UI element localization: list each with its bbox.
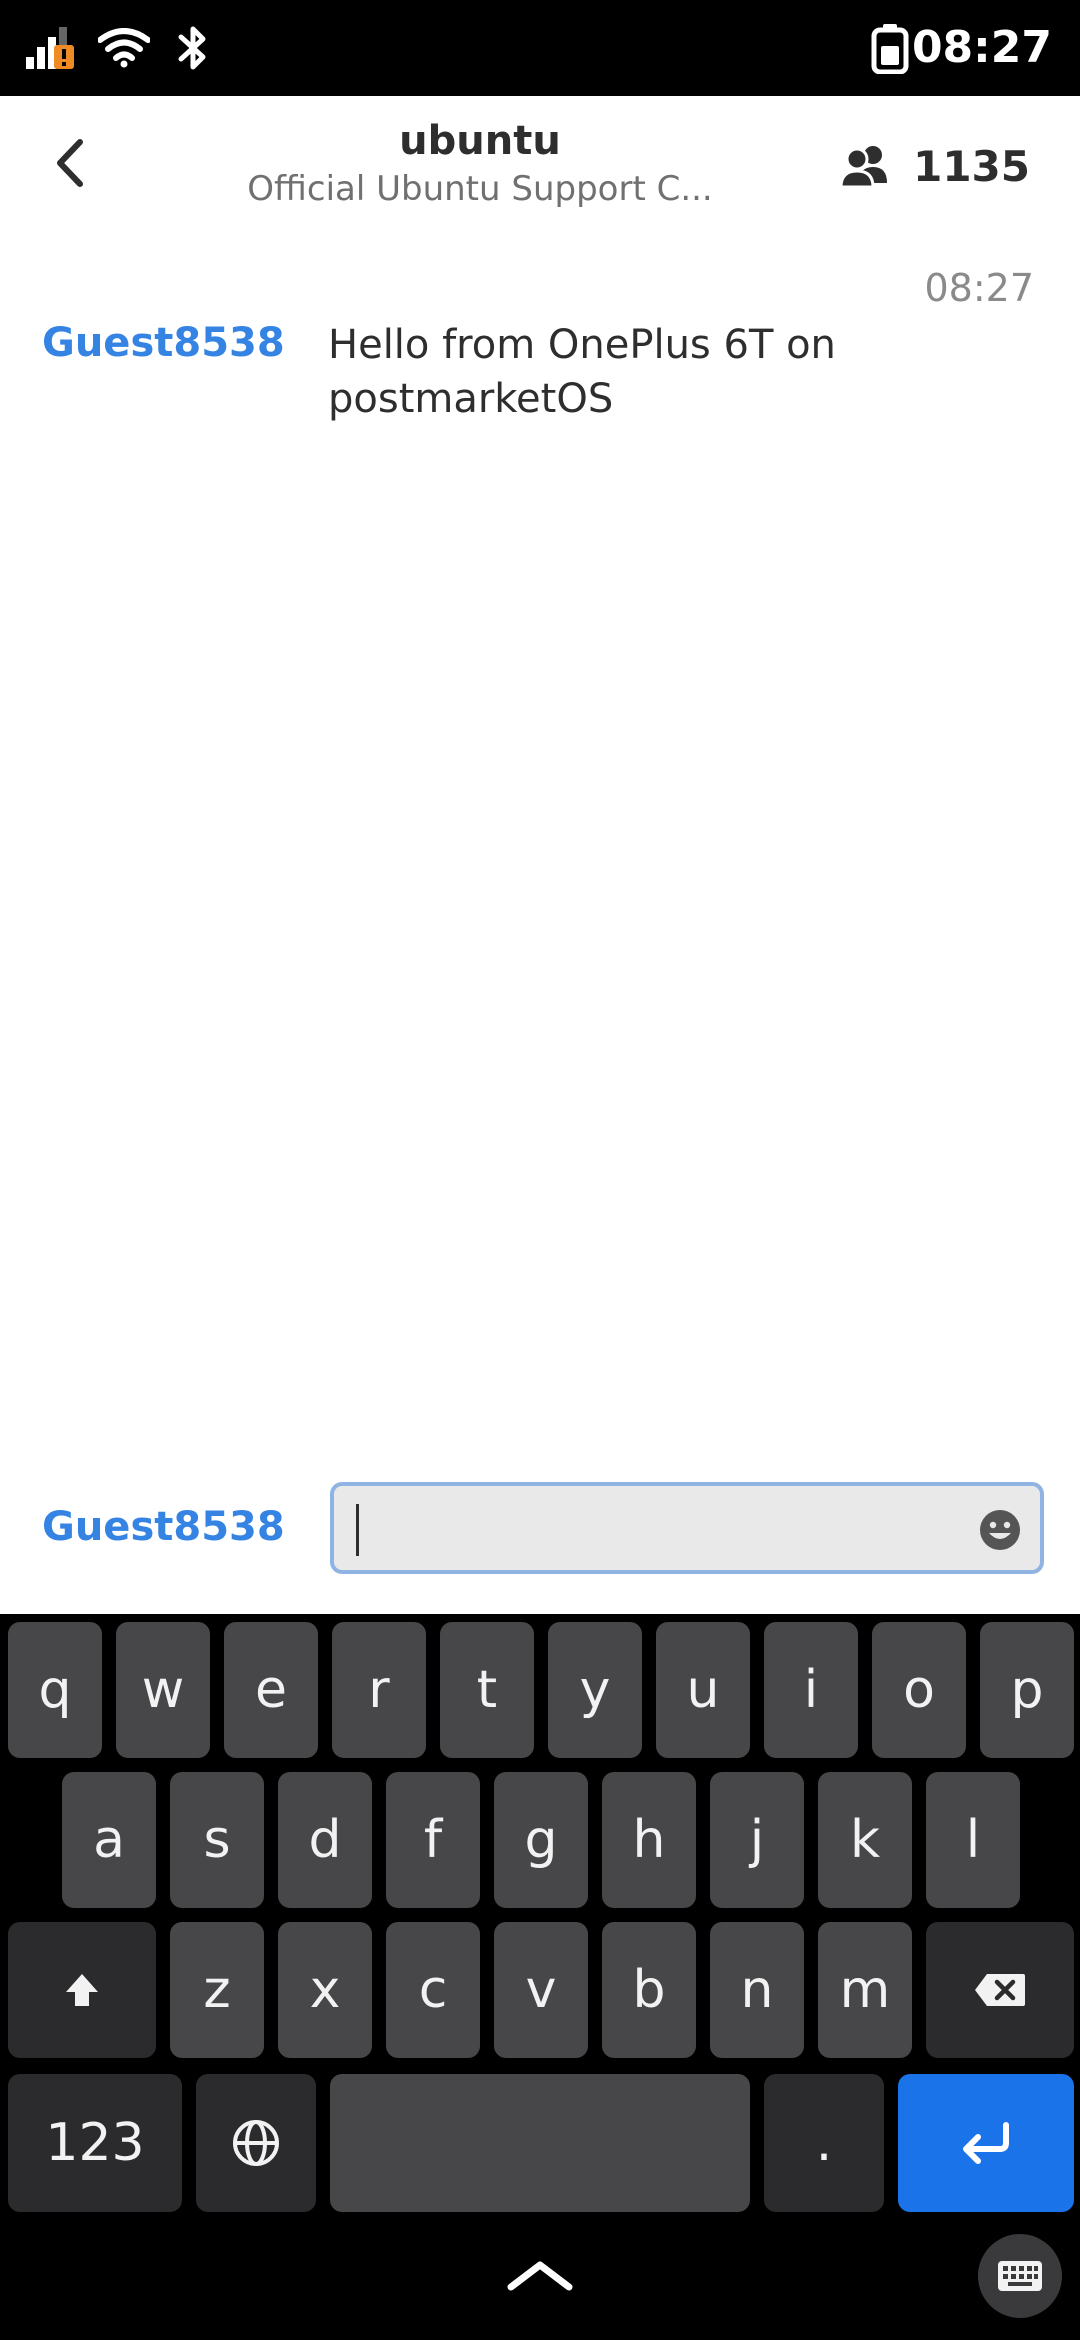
key-f[interactable]: f	[386, 1772, 480, 1908]
channel-subtitle: Official Ubuntu Support C...	[247, 169, 713, 209]
key-q[interactable]: q	[8, 1622, 102, 1758]
key-s[interactable]: s	[170, 1772, 264, 1908]
key-m[interactable]: m	[818, 1922, 912, 2058]
backspace-key[interactable]	[926, 1922, 1074, 2058]
keyboard-icon	[998, 2261, 1042, 2291]
battery-icon	[870, 0, 910, 96]
key-u[interactable]: u	[656, 1622, 750, 1758]
message-input-box[interactable]	[330, 1482, 1044, 1574]
message-text: Hello from OnePlus 6T on postmarketOS	[328, 322, 836, 422]
shift-icon	[66, 1974, 98, 2006]
text-caret	[356, 1504, 359, 1556]
language-key[interactable]	[196, 2074, 316, 2212]
key-k[interactable]: k	[818, 1772, 912, 1908]
key-a[interactable]: a	[62, 1772, 156, 1908]
own-nick: Guest8538	[42, 1504, 285, 1550]
period-key[interactable]: .	[764, 2074, 884, 2212]
key-p[interactable]: p	[980, 1622, 1074, 1758]
status-bar: 08:27	[0, 0, 1080, 96]
key-t[interactable]: t	[440, 1622, 534, 1758]
backspace-icon	[975, 1974, 1025, 2006]
member-count: 1135	[913, 141, 1030, 191]
message-timestamp: 08:27	[924, 266, 1034, 310]
enter-key[interactable]	[898, 2074, 1074, 2212]
key-v[interactable]: v	[494, 1922, 588, 2058]
message-author[interactable]: Guest8538	[42, 320, 285, 366]
numbers-key[interactable]: 123	[8, 2074, 182, 2212]
key-e[interactable]: e	[224, 1622, 318, 1758]
keyboard-toggle-button[interactable]	[978, 2234, 1062, 2318]
chevron-left-icon	[57, 139, 83, 187]
channel-header: ubuntu Official Ubuntu Support C... 1135	[0, 96, 1080, 236]
emoji-icon[interactable]	[978, 1508, 1022, 1552]
enter-icon	[963, 2122, 1009, 2164]
signal-icon	[26, 0, 76, 96]
key-c[interactable]: c	[386, 1922, 480, 2058]
key-d[interactable]: d	[278, 1772, 372, 1908]
wifi-icon	[98, 0, 150, 96]
channel-titles: ubuntu Official Ubuntu Support C...	[220, 116, 740, 212]
key-i[interactable]: i	[764, 1622, 858, 1758]
key-n[interactable]: n	[710, 1922, 804, 2058]
globe-icon	[233, 2120, 279, 2166]
key-h[interactable]: h	[602, 1772, 696, 1908]
clock: 08:27	[911, 22, 1052, 73]
key-b[interactable]: b	[602, 1922, 696, 2058]
key-w[interactable]: w	[116, 1622, 210, 1758]
key-z[interactable]: z	[170, 1922, 264, 2058]
members-button[interactable]: 1135	[839, 136, 1030, 196]
key-l[interactable]: l	[926, 1772, 1020, 1908]
key-j[interactable]: j	[710, 1772, 804, 1908]
message-input[interactable]	[354, 1500, 958, 1560]
key-y[interactable]: y	[548, 1622, 642, 1758]
shift-key[interactable]	[8, 1922, 156, 2058]
bluetooth-icon	[176, 0, 210, 96]
chevron-up-icon[interactable]	[505, 2255, 575, 2295]
key-r[interactable]: r	[332, 1622, 426, 1758]
space-key[interactable]	[330, 2074, 750, 2212]
key-g[interactable]: g	[494, 1772, 588, 1908]
key-o[interactable]: o	[872, 1622, 966, 1758]
users-icon	[839, 146, 888, 189]
key-x[interactable]: x	[278, 1922, 372, 2058]
channel-title: ubuntu	[399, 118, 561, 164]
back-button[interactable]	[40, 128, 100, 198]
